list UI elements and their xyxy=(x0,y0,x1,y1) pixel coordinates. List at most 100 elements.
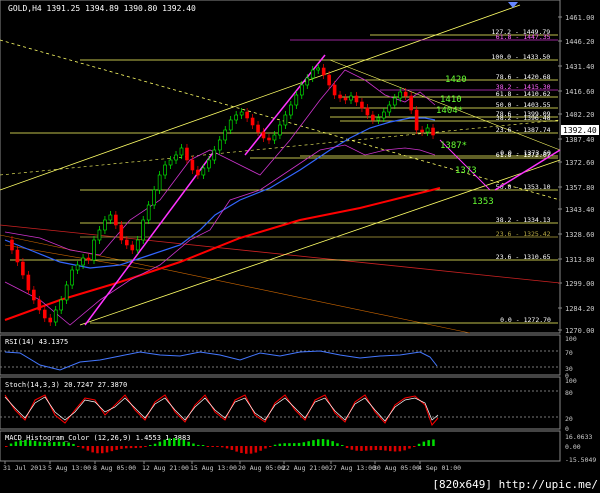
candle-body xyxy=(174,154,178,161)
candle-body xyxy=(26,274,31,291)
fib-label: 0.0 - 1272.70 xyxy=(500,316,551,324)
stoch-tick: 80 xyxy=(565,389,573,397)
candle-body xyxy=(86,257,91,261)
candle-body xyxy=(108,214,113,221)
candle-body xyxy=(272,134,277,141)
macd-axis: 16.0633 0.00 -15.5049 xyxy=(565,433,596,464)
candle-body xyxy=(168,159,173,166)
macd-bar xyxy=(153,443,157,446)
trading-chart[interactable]: GOLD,H4 1391.25 1394.89 1390.80 1392.40 … xyxy=(0,0,600,493)
macd-bar xyxy=(149,445,152,446)
candle-body xyxy=(354,95,359,103)
fib-label: 50.0 - 1403.55 xyxy=(496,101,551,109)
macd-bar xyxy=(360,446,363,451)
candle-body xyxy=(239,111,244,116)
macd-bar xyxy=(269,446,272,447)
macd-bar xyxy=(417,443,421,446)
time-tick: 15 Aug 13:00 xyxy=(190,464,237,472)
candle-body xyxy=(42,309,47,319)
candle-body xyxy=(365,107,370,116)
candle-body xyxy=(420,129,424,133)
candle-body xyxy=(207,159,211,169)
macd-bar xyxy=(197,444,200,446)
stoch-tick: 0 xyxy=(565,425,569,433)
macd-bar xyxy=(273,444,277,446)
candle-body xyxy=(382,111,386,119)
macd-bar xyxy=(249,446,253,454)
price-tick: 1313.80 xyxy=(565,256,595,264)
macd-bar xyxy=(163,439,166,446)
candle-body xyxy=(163,164,167,176)
candle-body xyxy=(190,159,195,171)
fib-label: 61.8 - 1410.62 xyxy=(496,90,551,98)
macd-bar xyxy=(321,439,325,446)
candle-body xyxy=(294,94,299,106)
macd-bar xyxy=(139,446,142,448)
level-1353: 1353 xyxy=(472,197,494,207)
macd-bar xyxy=(403,446,406,451)
macd-bar xyxy=(293,443,296,446)
macd-bar xyxy=(5,446,8,447)
price-tick: 1387.40 xyxy=(565,136,595,144)
candle-body xyxy=(343,97,348,101)
price-tick: 1461.00 xyxy=(565,14,595,22)
time-tick: 4 Sep 01:00 xyxy=(418,464,461,472)
candle-body xyxy=(157,174,162,191)
rsi-tick: 100 xyxy=(565,335,577,343)
candle-body xyxy=(376,117,381,121)
candle-body xyxy=(125,239,129,246)
time-tick: 31 Jul 2013 xyxy=(3,464,46,472)
macd-bar xyxy=(48,442,51,446)
fib-label: 23.6 - 1310.65 xyxy=(496,253,551,261)
macd-bar xyxy=(389,446,392,452)
price-tick: 1372.60 xyxy=(565,159,595,167)
macd-bar xyxy=(134,446,138,449)
candle-body xyxy=(250,117,255,126)
rsi-axis: 10070300 xyxy=(565,335,577,380)
macd-bar xyxy=(110,446,114,452)
macd-bar xyxy=(331,441,334,446)
macd-bar xyxy=(187,441,190,446)
macd-bar xyxy=(33,440,37,446)
price-tick: 1299.00 xyxy=(565,280,595,288)
rsi-label: RSI(14) 43.1375 xyxy=(5,338,68,346)
macd-bar xyxy=(144,446,147,447)
candle-body xyxy=(48,317,53,323)
macd-bar xyxy=(19,440,22,446)
macd-bar xyxy=(125,446,128,449)
macd-bar xyxy=(336,443,339,446)
rsi-panel[interactable] xyxy=(0,334,561,376)
macd-bar xyxy=(326,439,330,446)
candle-body xyxy=(289,104,293,116)
stoch-label: Stoch(14,3,3) 20.7247 27.3870 xyxy=(5,381,127,389)
macd-bar xyxy=(57,441,61,446)
candle-body xyxy=(10,239,14,251)
fib-label: 38.2 - 1334.13 xyxy=(496,216,551,224)
candle-body xyxy=(299,84,304,96)
candle-body xyxy=(245,111,249,119)
candle-body xyxy=(223,129,228,141)
price-tick: 1402.20 xyxy=(565,111,595,119)
macd-bar xyxy=(230,446,234,450)
candle-body xyxy=(398,91,403,99)
watermark: [820x649] http://upic.me/ xyxy=(432,478,598,491)
macd-bar xyxy=(201,445,205,446)
macd-bar xyxy=(211,446,214,447)
candle-body xyxy=(81,257,85,266)
candle-body xyxy=(196,169,200,176)
macd-bar xyxy=(302,442,306,446)
rsi-tick: 70 xyxy=(565,349,573,357)
macd-bar xyxy=(278,443,282,446)
macd-bar xyxy=(105,446,109,453)
candle-body xyxy=(409,95,413,111)
macd-bar xyxy=(168,438,171,446)
symbol-header: GOLD,H4 1391.25 1394.89 1390.80 1392.40 xyxy=(8,4,196,13)
macd-bar xyxy=(192,443,195,446)
macd-bar xyxy=(177,438,181,446)
macd-bar xyxy=(374,446,378,450)
macd-bar xyxy=(206,446,210,447)
stoch-tick: 100 xyxy=(565,377,577,385)
macd-bar xyxy=(158,441,162,446)
candle-body xyxy=(201,167,206,176)
macd-bar xyxy=(384,446,387,451)
